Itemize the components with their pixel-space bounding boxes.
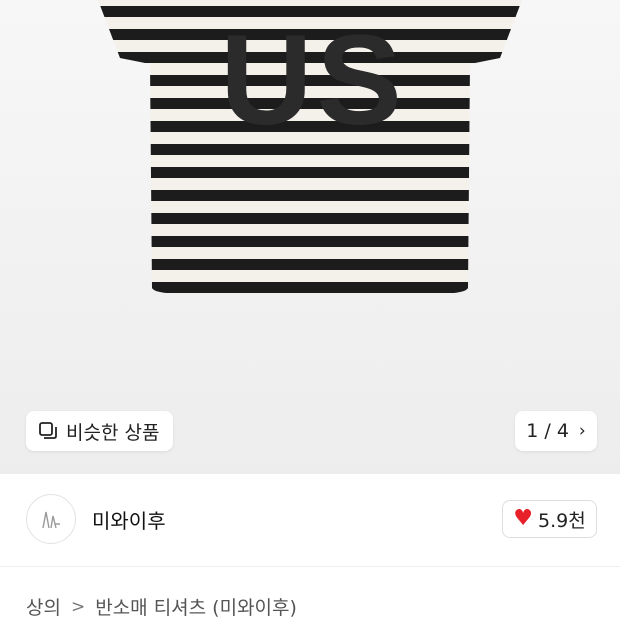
like-count: 5.9천: [538, 509, 586, 532]
section-divider: [0, 566, 620, 567]
shirt-stripe: [98, 190, 522, 201]
image-counter-button[interactable]: 1 / 4 ›: [515, 411, 597, 451]
chevron-right-icon: ›: [578, 421, 586, 441]
seller-avatar[interactable]: [26, 494, 76, 544]
shirt-stripe: [98, 282, 522, 293]
similar-products-button[interactable]: 비슷한 상품: [26, 411, 174, 451]
breadcrumb: 상의 > 반소매 티셔츠 (미와이후): [26, 593, 297, 620]
shirt-stripe: [98, 167, 522, 178]
shirt-stripe: [98, 213, 522, 224]
similar-items-icon: [39, 422, 57, 439]
like-button[interactable]: ♥ 5.9천: [502, 500, 597, 538]
shop-logo-icon: [42, 511, 60, 529]
product-image[interactable]: US: [0, 0, 620, 474]
heart-icon: ♥: [513, 506, 534, 531]
image-counter-text: 1 / 4: [526, 420, 569, 442]
seller-name[interactable]: 미와이후: [92, 505, 166, 534]
similar-products-label: 비슷한 상품: [66, 421, 160, 444]
shirt-stripe: [98, 259, 522, 270]
seller-row: 미와이후 ♥ 5.9천: [0, 474, 620, 564]
shirt-print-text: US: [220, 9, 406, 152]
breadcrumb-item-subcategory[interactable]: 반소매 티셔츠 (미와이후): [95, 593, 297, 620]
breadcrumb-item-category[interactable]: 상의: [26, 593, 61, 620]
striped-tshirt-image: US: [98, 0, 522, 294]
breadcrumb-separator: >: [70, 596, 86, 617]
shirt-stripe: [98, 236, 522, 247]
